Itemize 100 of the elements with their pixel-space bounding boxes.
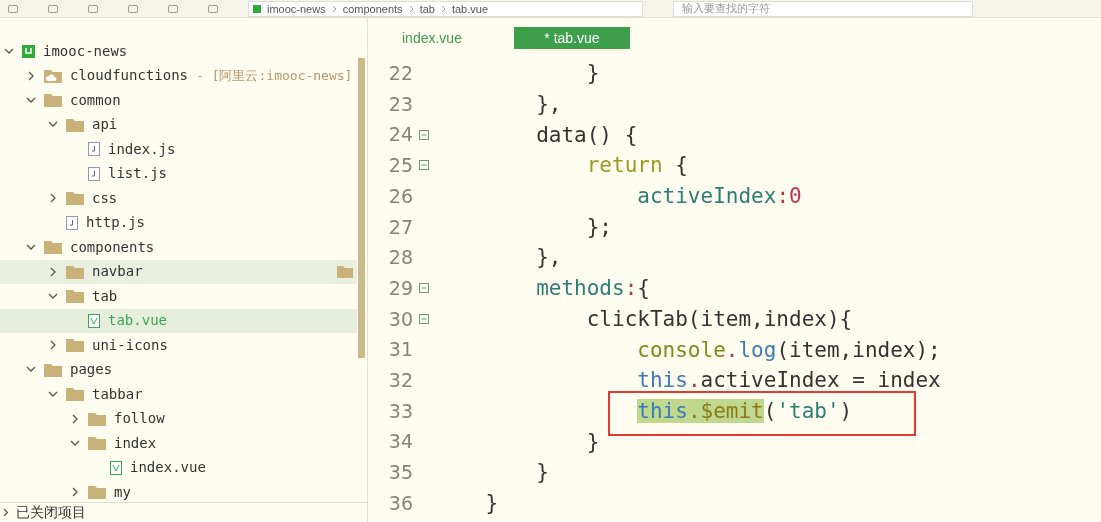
- chevron-right-icon: [440, 4, 446, 13]
- file-name: tab: [92, 286, 118, 306]
- tree-item[interactable]: pages: [0, 357, 357, 382]
- code-line: }: [585, 428, 600, 456]
- tree-item[interactable]: my: [0, 480, 357, 502]
- file-name: css: [92, 188, 118, 208]
- breadcrumb-item[interactable]: imooc-news: [267, 2, 326, 15]
- tree-item[interactable]: index: [0, 431, 357, 456]
- file-name: index.js: [108, 139, 176, 159]
- tree-item[interactable]: api: [0, 112, 357, 137]
- line-number: 35: [387, 460, 413, 486]
- chevron-right-icon: [331, 4, 337, 13]
- tree-item[interactable]: cloudfunctions - [阿里云:imooc-news]: [0, 63, 357, 88]
- file-name: components: [70, 237, 155, 257]
- code-line: this.$emit('tab'): [636, 397, 853, 425]
- breadcrumb-item[interactable]: components: [342, 2, 403, 15]
- tree-item[interactable]: imooc-news: [0, 39, 357, 64]
- file-name: uni-icons: [92, 335, 168, 355]
- cloud-provider-label: - [阿里云:imooc-news]: [196, 67, 353, 85]
- file-name: my: [114, 482, 131, 502]
- code-line: console.log(item,index);: [636, 336, 941, 364]
- folder-icon: [66, 387, 84, 402]
- chevron-right-icon[interactable]: [48, 340, 58, 351]
- breadcrumb-item[interactable]: tab.vue: [451, 2, 488, 15]
- breadcrumb-item[interactable]: tab: [419, 2, 435, 15]
- file-name: navbar: [92, 262, 143, 282]
- folder-icon: [44, 240, 62, 255]
- tree-item[interactable]: css: [0, 186, 357, 211]
- folder-icon: [66, 117, 84, 132]
- scrollbar[interactable]: [358, 58, 365, 358]
- tree-item[interactable]: tab: [0, 284, 357, 309]
- file-icon: [66, 215, 78, 230]
- line-number: 24: [387, 122, 413, 148]
- line-number: 22: [387, 61, 413, 87]
- folder-icon: [88, 436, 106, 451]
- tree-item[interactable]: index.vue: [0, 455, 357, 480]
- vue-file-icon: [88, 313, 100, 328]
- folder-icon: [66, 191, 84, 206]
- chevron-right-icon[interactable]: [48, 193, 58, 204]
- folder-icon: [66, 264, 84, 279]
- file-name: tabbar: [92, 384, 143, 404]
- vue-file-icon: [110, 460, 122, 475]
- closed-projects-label[interactable]: 已关闭项目: [16, 502, 86, 522]
- line-number: 27: [387, 214, 413, 240]
- line-number: 26: [387, 183, 413, 209]
- file-name: index.vue: [130, 458, 206, 478]
- line-number: 25: [387, 153, 413, 179]
- line-number: 23: [387, 91, 413, 117]
- file-name: imooc-news: [43, 41, 128, 61]
- code-line: }: [535, 459, 549, 487]
- line-number: 30: [387, 306, 413, 332]
- file-icon: [88, 166, 100, 181]
- file-name: index: [114, 433, 157, 453]
- code-line: methods:{: [535, 275, 650, 303]
- chevron-right-icon[interactable]: [26, 70, 36, 81]
- line-number: 36: [387, 490, 413, 516]
- file-name: common: [70, 90, 121, 110]
- line-number: 33: [387, 398, 413, 424]
- search-field[interactable]: 输入要查找的字符: [673, 0, 973, 17]
- tree-item[interactable]: tabbar: [0, 382, 357, 407]
- code-line: }: [484, 489, 499, 517]
- chevron-right-icon[interactable]: [70, 413, 80, 424]
- code-line: activeIndex:0: [636, 183, 802, 211]
- tree-item[interactable]: list.js: [0, 161, 357, 186]
- file-icon: [88, 142, 100, 157]
- file-name: pages: [70, 360, 113, 380]
- tree-item[interactable]: navbar: [0, 259, 357, 284]
- folder-icon: [44, 362, 62, 377]
- square-icon[interactable]: [48, 4, 58, 13]
- chevron-right-icon[interactable]: [70, 487, 80, 498]
- code-line: return {: [585, 152, 688, 180]
- file-name: tab.vue: [108, 311, 167, 331]
- tree-item[interactable]: components: [0, 235, 357, 260]
- tree-item[interactable]: uni-icons: [0, 333, 357, 358]
- folder-icon: [66, 338, 84, 353]
- line-number: 31: [387, 337, 413, 363]
- file-name: cloudfunctions: [70, 66, 188, 86]
- tree-item[interactable]: follow: [0, 406, 357, 431]
- code-line: data() {: [535, 121, 638, 149]
- code-line: },: [535, 244, 562, 272]
- chevron-right-icon: [408, 4, 414, 13]
- folder-icon: [88, 485, 106, 500]
- line-number: 34: [387, 429, 413, 455]
- folder-icon: [66, 289, 84, 304]
- project-icon: [22, 44, 35, 58]
- tree-item[interactable]: http.js: [0, 210, 357, 235]
- chevron-right-icon[interactable]: [48, 266, 58, 277]
- line-number: 28: [387, 245, 413, 271]
- tree-item[interactable]: common: [0, 88, 357, 113]
- file-name: api: [92, 115, 118, 135]
- code-line: this.activeIndex = index: [636, 367, 941, 395]
- code-line: },: [535, 91, 562, 119]
- file-name: http.js: [86, 213, 145, 233]
- project-icon: [253, 4, 261, 13]
- folder-icon: [88, 411, 106, 426]
- tree-item[interactable]: index.js: [0, 137, 357, 162]
- cloud-folder-icon: [44, 68, 62, 83]
- file-name: list.js: [108, 164, 167, 184]
- line-number: 32: [387, 367, 413, 393]
- code-line: }: [585, 60, 600, 88]
